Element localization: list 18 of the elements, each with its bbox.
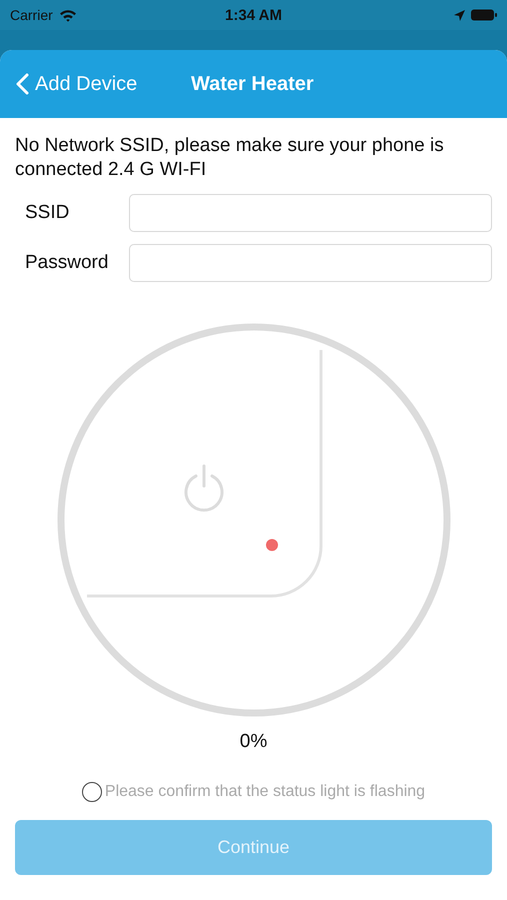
confirm-checkbox[interactable] bbox=[82, 782, 102, 802]
progress-percent: 0% bbox=[238, 731, 268, 753]
input-field[interactable] bbox=[129, 194, 492, 232]
chevron-left-icon bbox=[16, 73, 29, 95]
power-icon bbox=[184, 464, 223, 512]
status-light bbox=[266, 539, 278, 551]
field-label: SSID bbox=[24, 202, 70, 224]
confirm-label: Please confirm that the status light is flashing bbox=[104, 783, 426, 801]
clock: 1:34 AM bbox=[225, 6, 282, 24]
network-message: No Network SSID, please make sure your phone is connected 2.4 G WI-FI bbox=[15, 134, 445, 182]
wifi-icon bbox=[58, 8, 77, 22]
back-button[interactable]: Add Device bbox=[16, 72, 191, 96]
screen-title: Water Heater bbox=[191, 72, 314, 96]
field-label: Password bbox=[24, 252, 110, 274]
carrier-label: Carrier bbox=[10, 7, 53, 23]
battery-icon bbox=[471, 9, 497, 21]
input-field[interactable] bbox=[129, 244, 492, 282]
location-icon bbox=[454, 10, 465, 20]
